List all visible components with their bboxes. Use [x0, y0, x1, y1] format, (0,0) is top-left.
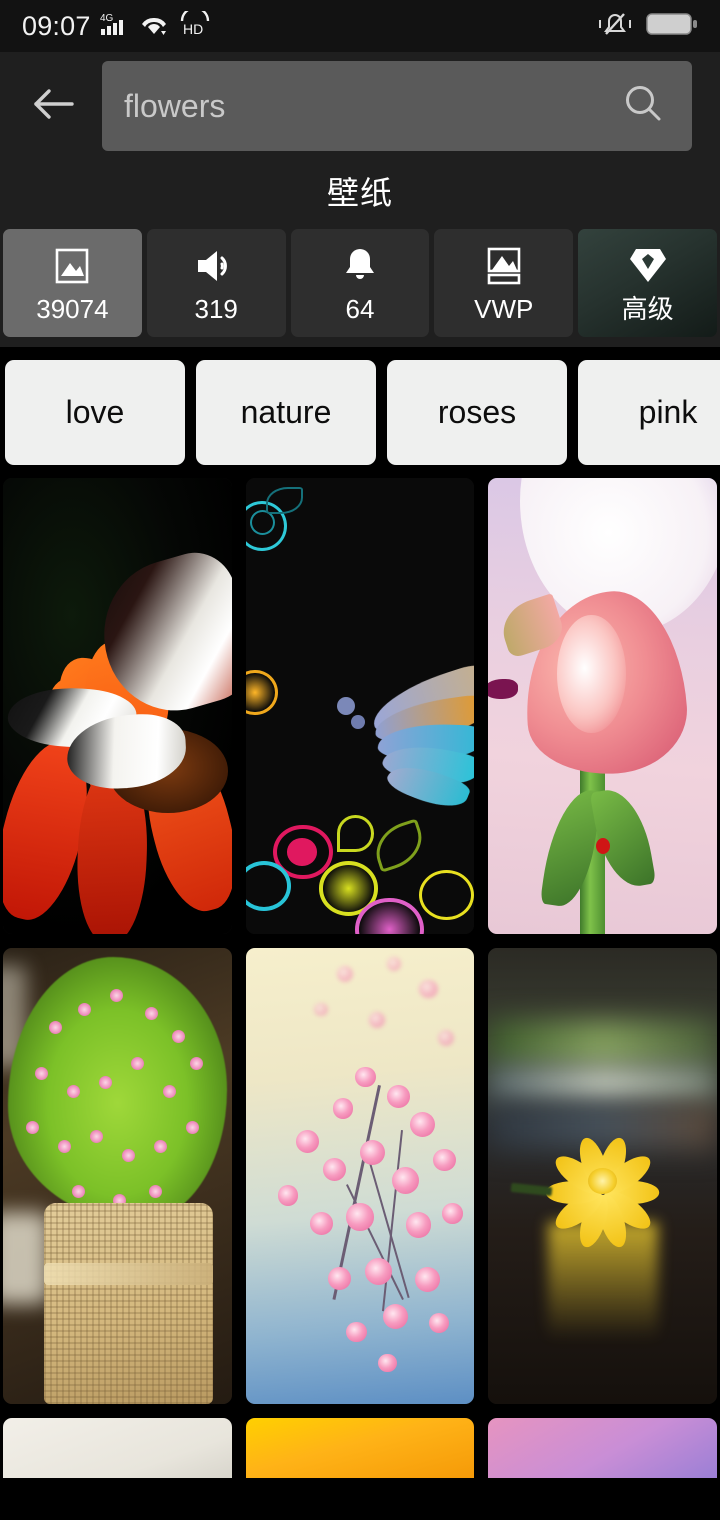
wallpaper-thumbnail: [3, 1418, 232, 1478]
search-bar: flowers: [0, 52, 720, 160]
vibrate-mute-icon: [598, 10, 632, 43]
chip-label: love: [65, 394, 125, 430]
back-button[interactable]: [30, 83, 76, 129]
wallpaper-thumbnail: [488, 1418, 717, 1478]
chip-label: roses: [437, 394, 517, 430]
chip-love[interactable]: love: [5, 360, 185, 465]
tab-ringtones-label: 319: [194, 293, 238, 324]
wallpaper-item-8[interactable]: [245, 1418, 475, 1478]
live-wallpaper-icon: [483, 245, 525, 287]
wallpaper-thumbnail: [488, 948, 717, 1404]
page-title: 壁纸: [326, 175, 393, 211]
speaker-icon: [193, 245, 239, 287]
tab-wallpapers[interactable]: 39074: [3, 229, 142, 337]
back-arrow-icon: [30, 84, 76, 129]
chip-roses[interactable]: roses: [387, 360, 567, 465]
chip-nature[interactable]: nature: [196, 360, 376, 465]
wallpaper-item-9[interactable]: [488, 1418, 717, 1478]
wallpaper-thumbnail: [245, 948, 475, 1404]
tab-vwp-label: VWP: [474, 293, 534, 324]
diamond-icon: [627, 245, 669, 287]
tab-vwp[interactable]: VWP: [434, 229, 574, 337]
wallpaper-item-5[interactable]: [245, 948, 475, 1404]
tab-notifications-label: 64: [345, 293, 375, 324]
status-bar-right: [598, 10, 698, 43]
svg-text:4G: 4G: [100, 13, 114, 24]
bell-icon: [339, 245, 381, 287]
signal-icon: 4G: [100, 10, 130, 43]
status-bar: 09:07 4G HD: [0, 0, 720, 52]
wallpaper-thumbnail: [3, 478, 232, 934]
search-icon[interactable]: [620, 81, 666, 132]
tab-premium[interactable]: 高级: [578, 229, 717, 337]
search-input[interactable]: flowers: [124, 88, 610, 125]
chip-label: nature: [240, 394, 332, 430]
status-bar-left: 09:07 4G HD: [22, 6, 212, 43]
wallpaper-thumbnail: [3, 948, 232, 1404]
tab-ringtones[interactable]: 319: [146, 229, 286, 337]
wallpaper-item-2[interactable]: [245, 478, 475, 934]
wallpaper-item-3[interactable]: [488, 478, 717, 934]
image-icon: [51, 245, 93, 287]
chip-pink[interactable]: pink: [578, 360, 720, 465]
search-field[interactable]: flowers: [102, 61, 692, 151]
wallpaper-item-6[interactable]: [488, 948, 717, 1404]
tab-notifications[interactable]: 64: [290, 229, 430, 337]
wallpaper-item-7[interactable]: [3, 1418, 232, 1478]
category-tabs: 39074 319 64 VWP 高级: [0, 222, 720, 347]
wallpaper-thumbnail: [488, 478, 717, 934]
page-title-bar: 壁纸: [0, 160, 720, 222]
tab-wallpapers-label: 39074: [36, 293, 109, 324]
tab-premium-label: 高级: [621, 293, 674, 324]
hd-icon: HD: [178, 6, 212, 42]
wallpaper-thumbnail: [245, 478, 475, 934]
wallpaper-item-4[interactable]: [3, 948, 232, 1404]
chip-label: pink: [638, 394, 698, 430]
battery-icon: [646, 11, 698, 42]
status-time: 09:07: [22, 10, 91, 41]
wifi-icon: [139, 11, 169, 42]
suggestion-chips: love nature roses pink: [0, 347, 720, 478]
svg-text:HD: HD: [183, 21, 203, 37]
wallpaper-thumbnail: [245, 1418, 475, 1478]
app-screen: 09:07 4G HD flowers 壁纸 39074 319 64 VWP …: [0, 0, 720, 1520]
wallpaper-item-1[interactable]: [3, 478, 232, 934]
wallpaper-grid: [0, 478, 720, 1478]
